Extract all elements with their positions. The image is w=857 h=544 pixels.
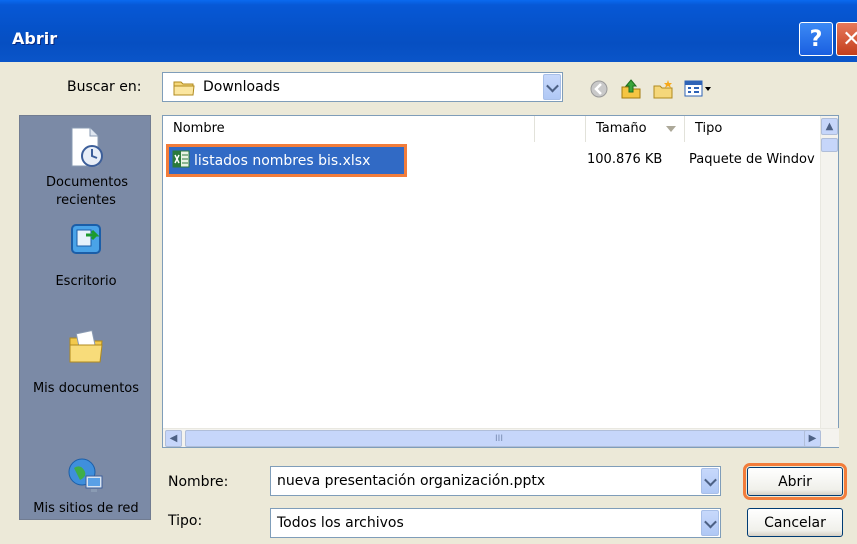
horizontal-scroll-thumb[interactable]: III [185, 430, 813, 447]
chevron-down-icon[interactable] [543, 74, 561, 100]
file-name-cell[interactable]: listados nombres bis.xlsx [166, 144, 407, 177]
place-label: Escritorio [55, 274, 117, 289]
scroll-left-icon[interactable]: ◀ [165, 430, 182, 447]
up-folder-icon[interactable] [620, 78, 642, 100]
toolbar [588, 78, 714, 100]
window-title: Abrir [12, 29, 58, 48]
place-my-documents[interactable]: Mis documentos [20, 326, 152, 398]
column-header-size-label: Tamaño [596, 121, 647, 136]
excel-file-icon [172, 150, 190, 172]
folder-icon [173, 79, 195, 100]
close-button[interactable]: ✕ [836, 22, 857, 56]
column-header-type[interactable]: Tipo [685, 116, 825, 142]
table-row[interactable]: listados nombres bis.xlsx 100.876 KB Paq… [166, 144, 829, 177]
filetype-value: Todos los archivos [277, 515, 404, 531]
back-icon[interactable] [588, 78, 610, 100]
filename-label: Nombre: [168, 474, 229, 490]
chevron-down-icon[interactable] [701, 468, 719, 494]
file-name: listados nombres bis.xlsx [194, 152, 371, 169]
filetype-label: Tipo: [168, 513, 203, 529]
file-list[interactable]: Nombre Tamaño Tipo listados nombres bis.… [162, 115, 839, 448]
chevron-down-icon[interactable] [701, 510, 719, 536]
place-network[interactable]: Mis sitios de red [20, 456, 152, 518]
place-label: Mis sitios de red [33, 501, 139, 516]
title-bar[interactable]: Abrir ? ✕ [0, 0, 857, 62]
location-label: Buscar en: [67, 79, 142, 95]
place-desktop[interactable]: Escritorio [20, 219, 152, 291]
open-button[interactable]: Abrir [743, 463, 847, 500]
views-menu-icon[interactable] [684, 78, 714, 100]
filename-field[interactable]: nueva presentación organización.pptx [270, 466, 721, 496]
column-header-name[interactable]: Nombre [163, 116, 535, 142]
vertical-scroll-thumb[interactable] [821, 138, 838, 152]
my-documents-icon [66, 326, 106, 366]
location-value: Downloads [203, 79, 280, 95]
cancel-button[interactable]: Cancelar [747, 508, 843, 537]
places-bar: Documentos recientes Escritorio Mis docu… [19, 115, 151, 520]
new-folder-icon[interactable] [652, 78, 674, 100]
place-label: Documentos recientes [46, 175, 129, 208]
vertical-scrollbar[interactable]: ▲ [820, 116, 838, 429]
horizontal-scrollbar[interactable]: ◀ III ▶ [163, 428, 839, 447]
recent-documents-icon [66, 126, 106, 167]
scroll-right-icon[interactable]: ▶ [804, 430, 821, 447]
filename-value: nueva presentación organización.pptx [277, 473, 546, 489]
help-button[interactable]: ? [799, 22, 833, 56]
desktop-icon [66, 219, 106, 259]
file-size: 100.876 KB [587, 152, 663, 167]
place-recent-documents[interactable]: Documentos recientes [20, 126, 152, 210]
sort-arrow-icon [666, 126, 676, 132]
file-type: Paquete de Windov [689, 152, 815, 167]
place-label: Mis documentos [32, 381, 140, 396]
column-header-size[interactable]: Tamaño [585, 116, 685, 142]
scroll-up-icon[interactable]: ▲ [821, 118, 838, 135]
location-combo[interactable]: Downloads [162, 72, 563, 102]
network-places-icon [66, 456, 106, 496]
scroll-grip: III [495, 433, 503, 444]
filetype-select[interactable]: Todos los archivos [270, 508, 721, 538]
